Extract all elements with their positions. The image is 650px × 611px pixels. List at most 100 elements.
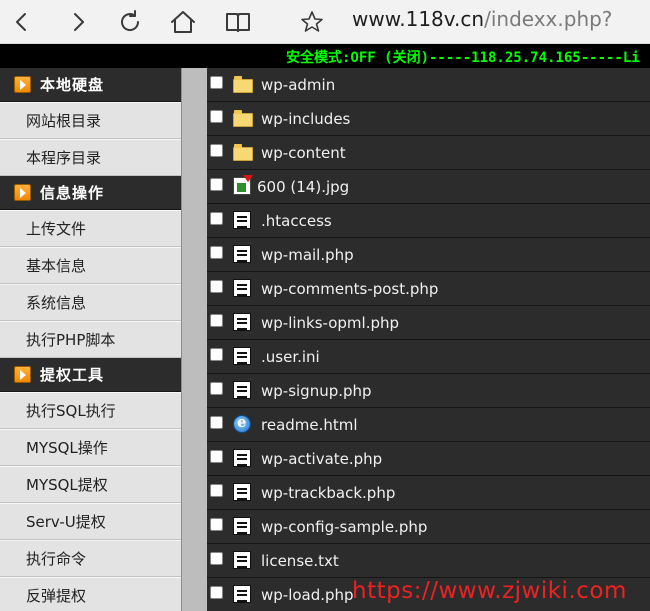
file-checkbox[interactable] (210, 110, 223, 123)
text-file-icon (233, 483, 251, 501)
file-name-link[interactable]: .user.ini (261, 348, 320, 366)
file-name-link[interactable]: wp-comments-post.php (261, 280, 438, 298)
image-file-icon (233, 175, 253, 195)
sidebar-item[interactable]: 网站根目录 (0, 102, 181, 139)
reading-view-button[interactable] (216, 0, 260, 44)
watermark: https://www.zjwiki.com (352, 578, 627, 604)
file-row: .user.ini (207, 340, 650, 374)
sidebar-section-header: 本地硬盘 (0, 68, 181, 102)
file-checkbox[interactable] (210, 76, 223, 89)
home-icon (171, 11, 195, 33)
sidebar-item[interactable]: 执行命令 (0, 540, 181, 577)
text-file-icon (233, 211, 251, 229)
refresh-icon (121, 10, 140, 31)
url-path: /indexx.php? (484, 7, 613, 31)
file-row: wp-links-opml.php (207, 306, 650, 340)
file-checkbox[interactable] (210, 144, 223, 157)
file-name-link[interactable]: 600 (14).jpg (257, 178, 349, 196)
folder-icon (233, 109, 253, 127)
file-name-link[interactable]: readme.html (261, 416, 358, 434)
sidebar-section-header: 提权工具 (0, 358, 181, 392)
sidebar-item[interactable]: 执行SQL执行 (0, 392, 181, 429)
forward-icon (74, 13, 84, 31)
sidebar: 本地硬盘 网站根目录 本程序目录信息操作上传文件 基本信息 系统信息 执行PHP脚本提权工… (0, 68, 181, 611)
file-checkbox[interactable] (210, 348, 223, 361)
file-name-link[interactable]: wp-links-opml.php (261, 314, 399, 332)
file-row: wp-comments-post.php (207, 272, 650, 306)
url-host: www.118v.cn (352, 7, 485, 31)
file-checkbox[interactable] (210, 246, 223, 259)
text-file-icon (233, 517, 251, 535)
file-checkbox[interactable] (210, 314, 223, 327)
file-name-link[interactable]: wp-mail.php (261, 246, 354, 264)
file-row: wp-mail.php (207, 238, 650, 272)
file-name-link[interactable]: wp-trackback.php (261, 484, 395, 502)
file-checkbox[interactable] (210, 484, 223, 497)
file-list: wp-admin wp-includes wp-content 600 (14).jp… (207, 68, 650, 611)
file-row: wp-config-sample.php (207, 510, 650, 544)
refresh-button[interactable] (108, 0, 152, 44)
sidebar-item[interactable]: 执行PHP脚本 (0, 321, 181, 358)
sidebar-item[interactable]: 基本信息 (0, 247, 181, 284)
sidebar-section-title: 提权工具 (40, 366, 105, 384)
file-name-link[interactable]: wp-includes (261, 110, 350, 128)
favorite-button[interactable] (290, 0, 334, 44)
status-text: 安全模式:OFF (关闭)-----118.25.74.165-----Li (286, 50, 640, 66)
sidebar-item[interactable]: 反弹提权 (0, 577, 181, 611)
file-checkbox[interactable] (210, 280, 223, 293)
sidebar-section-header: 信息操作 (0, 176, 181, 210)
folder-icon (233, 75, 253, 93)
sidebar-item[interactable]: 系统信息 (0, 284, 181, 321)
folder-icon (233, 143, 253, 161)
file-row: wp-includes (207, 102, 650, 136)
file-row: wp-signup.php (207, 374, 650, 408)
sidebar-item[interactable]: MYSQL操作 (0, 429, 181, 466)
file-checkbox[interactable] (210, 518, 223, 531)
status-bar: 安全模式:OFF (关闭)-----118.25.74.165-----Li (0, 44, 650, 68)
file-row: wp-content (207, 136, 650, 170)
file-checkbox[interactable] (210, 212, 223, 225)
play-icon (14, 366, 31, 383)
file-row: 600 (14).jpg (207, 170, 650, 204)
file-name-link[interactable]: .htaccess (261, 212, 332, 230)
text-file-icon (233, 245, 251, 263)
file-checkbox[interactable] (210, 586, 223, 599)
back-icon (16, 13, 26, 31)
text-file-icon (233, 279, 251, 297)
file-row: wp-trackback.php (207, 476, 650, 510)
file-checkbox[interactable] (210, 178, 223, 191)
sidebar-item[interactable]: 上传文件 (0, 210, 181, 247)
html-file-icon (233, 413, 251, 433)
address-bar[interactable]: www.118v.cn/indexx.php? (352, 7, 612, 31)
file-name-link[interactable]: wp-signup.php (261, 382, 372, 400)
text-file-icon (233, 449, 251, 467)
home-button[interactable] (161, 0, 205, 44)
text-file-icon (233, 551, 251, 569)
text-file-icon (233, 585, 251, 603)
forward-button[interactable] (56, 0, 100, 44)
file-name-link[interactable]: wp-admin (261, 76, 335, 94)
play-icon (14, 184, 31, 201)
file-checkbox[interactable] (210, 450, 223, 463)
file-row: wp-activate.php (207, 442, 650, 476)
file-checkbox[interactable] (210, 552, 223, 565)
sidebar-item[interactable]: 本程序目录 (0, 139, 181, 176)
book-icon (226, 13, 250, 32)
sidebar-section-title: 信息操作 (40, 184, 105, 202)
file-name-link[interactable]: license.txt (261, 552, 339, 570)
file-checkbox[interactable] (210, 382, 223, 395)
text-file-icon (233, 347, 251, 365)
file-name-link[interactable]: wp-content (261, 144, 346, 162)
play-icon (14, 76, 31, 93)
browser-toolbar: www.118v.cn/indexx.php? (0, 0, 650, 44)
text-file-icon (233, 313, 251, 331)
file-row: wp-admin (207, 68, 650, 102)
file-name-link[interactable]: wp-config-sample.php (261, 518, 427, 536)
file-name-link[interactable]: wp-activate.php (261, 450, 382, 468)
sidebar-divider[interactable] (181, 68, 207, 611)
file-checkbox[interactable] (210, 416, 223, 429)
back-button[interactable] (0, 0, 44, 44)
sidebar-item[interactable]: Serv-U提权 (0, 503, 181, 540)
sidebar-item[interactable]: MYSQL提权 (0, 466, 181, 503)
file-name-link[interactable]: wp-load.php (261, 586, 354, 604)
